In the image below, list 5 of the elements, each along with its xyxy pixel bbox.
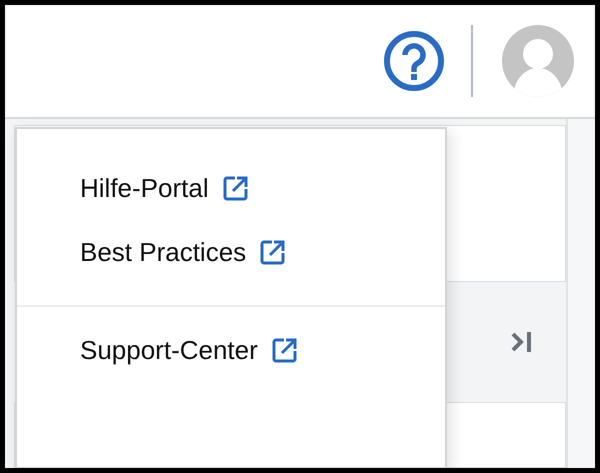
menu-item[interactable]: Hilfe-Portal bbox=[80, 175, 445, 201]
menu-item[interactable]: Best Practices bbox=[80, 239, 445, 265]
help-icon bbox=[383, 30, 445, 92]
help-button[interactable] bbox=[383, 30, 445, 92]
menu-item[interactable]: Support-Center bbox=[80, 337, 445, 363]
